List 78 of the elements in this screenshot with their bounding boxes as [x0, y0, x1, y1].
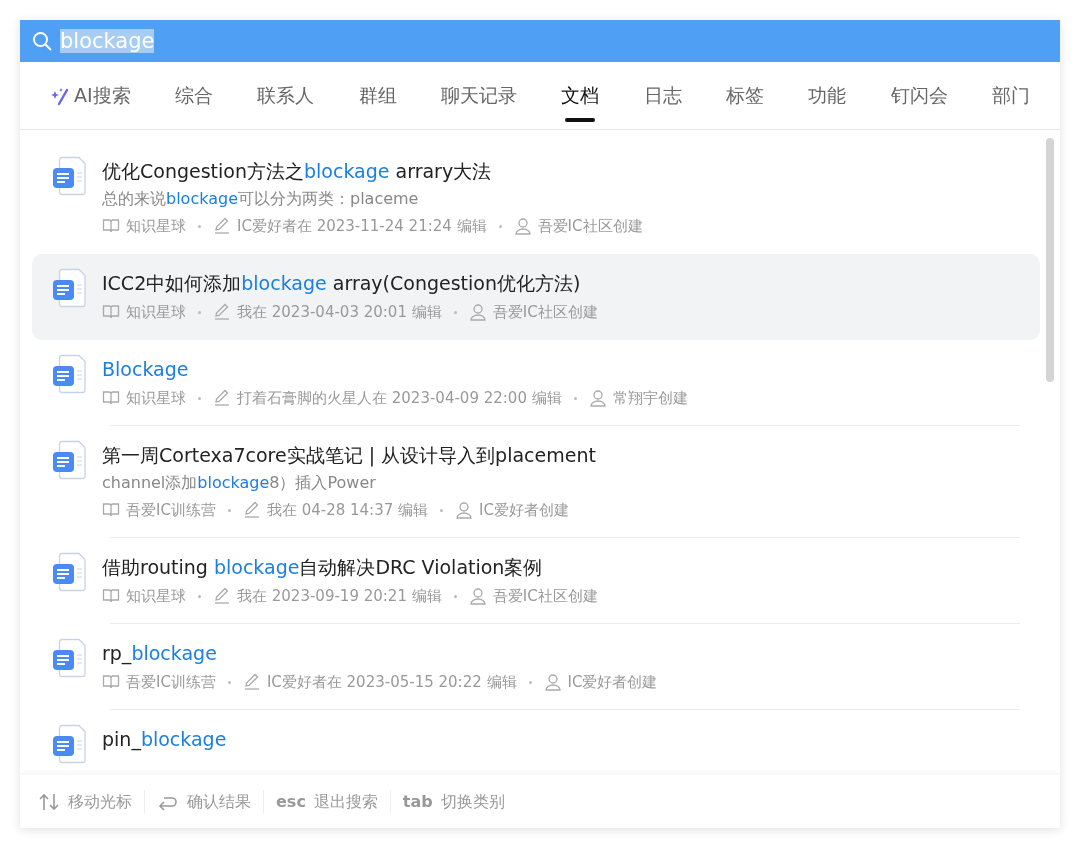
pencil-icon — [242, 673, 261, 691]
edit-info: 我在 2023-09-19 20:21 编辑 — [237, 586, 442, 607]
person-icon — [468, 587, 487, 605]
result-item[interactable]: rp_blockage 吾爱IC训练营 IC爱好者在 2023-05-15 20:22 编辑 IC爱好者创建 — [32, 624, 1040, 710]
document-icon — [52, 638, 86, 678]
key-label: esc — [276, 790, 306, 813]
creator-label: 吾爱IC社区创建 — [492, 302, 598, 323]
creator-label: 吾爱IC社区创建 — [492, 586, 598, 607]
result-item[interactable]: ICC2中如何添加 blockage array(Congestion优化方法) 知识星球 我在 2023-04-03 20:01 编辑 吾爱IC社区创建 — [32, 254, 1040, 340]
result-title: 第一周Cortexa7core实战笔记 | 从设计导入到placement — [102, 443, 596, 469]
tab[interactable]: 部门 — [991, 75, 1030, 124]
tab[interactable]: 群组 — [358, 75, 397, 124]
book-icon — [102, 217, 120, 235]
hint-label: 切换类别 — [440, 790, 505, 813]
source-label: 知识星球 — [126, 302, 186, 323]
result-item[interactable]: 第一周Cortexa7core实战笔记 | 从设计导入到placement channel添加blockage8）插入Power 吾爱IC训练营 我在 04-28 14:37 编辑 IC爱好者创建 — [32, 426, 1040, 538]
result-item[interactable]: 借助routing blockage自动解决DRC Violation案例 知识星球 我在 2023-09-19 20:21 编辑 吾爱IC社区创建 — [32, 538, 1040, 624]
creator-label: IC爱好者创建 — [567, 672, 658, 693]
result-title: pin_blockage — [102, 727, 227, 753]
source-label: 吾爱IC训练营 — [126, 500, 216, 521]
tab[interactable]: AI搜索 — [50, 75, 131, 124]
tab[interactable]: 钉闪会 — [890, 75, 948, 124]
tab[interactable]: 聊天记录 — [440, 75, 517, 124]
creator-label: IC爱好者创建 — [479, 500, 569, 521]
result-item[interactable]: pin_blockage — [32, 710, 1040, 775]
document-icon — [52, 268, 86, 308]
edit-info: 打着石膏脚的火星人在 2023-04-09 22:00 编辑 — [237, 388, 562, 409]
tab[interactable]: 联系人 — [257, 75, 315, 124]
book-icon — [102, 501, 120, 519]
document-icon — [52, 156, 86, 196]
pencil-icon — [213, 389, 231, 407]
arrows-icon — [38, 791, 60, 812]
edit-info: 我在 04-28 14:37 编辑 — [266, 500, 429, 521]
edit-info: IC爱好者在 2023-05-15 20:22 编辑 — [266, 672, 517, 693]
tab[interactable]: 标签 — [725, 75, 764, 124]
tab[interactable]: 文档 — [561, 75, 600, 124]
source-label: 知识星球 — [126, 586, 186, 607]
scrollbar[interactable] — [1046, 138, 1054, 382]
edit-info: 我在 2023-04-03 20:01 编辑 — [237, 302, 442, 323]
person-icon — [588, 389, 607, 407]
creator-label: 吾爱IC社区创建 — [537, 216, 643, 237]
person-icon — [455, 501, 474, 519]
edit-info: IC爱好者在 2023-11-24 21:24 编辑 — [237, 216, 487, 237]
pencil-icon — [213, 217, 231, 235]
result-title: Blockage — [102, 357, 190, 382]
hint-label: 移动光标 — [68, 790, 132, 813]
pencil-icon — [213, 587, 231, 605]
person-icon — [513, 217, 532, 235]
tab[interactable]: 功能 — [808, 75, 847, 124]
hint-label: 退出搜索 — [313, 790, 378, 813]
document-icon — [52, 440, 86, 480]
pencil-icon — [242, 501, 261, 519]
creator-label: 常翔宇创建 — [612, 388, 688, 409]
result-title: 优化Congestion方法之blockage arrary大法 — [102, 159, 493, 184]
result-title: 借助routing blockage自动解决DRC Violation案例 — [102, 555, 544, 580]
tab[interactable]: 综合 — [174, 75, 213, 124]
person-icon — [543, 673, 562, 691]
source-label: 吾爱IC训练营 — [126, 672, 216, 693]
book-icon — [102, 673, 120, 691]
result-snippet: channel添加blockage8）插入Power — [102, 472, 377, 494]
document-icon — [52, 354, 86, 394]
result-item[interactable]: Blockage 知识星球 打着石膏脚的火星人在 2023-04-09 22:00 编辑 常翔宇创建 — [32, 340, 1040, 426]
result-title: ICC2中如何添加 blockage array(Congestion优化方法) — [102, 271, 582, 296]
book-icon — [102, 587, 120, 605]
result-title: rp_blockage — [102, 641, 218, 667]
source-label: 知识星球 — [126, 216, 186, 237]
book-icon — [102, 303, 120, 321]
source-label: 知识星球 — [126, 388, 186, 409]
key-label: tab — [402, 790, 433, 813]
result-item[interactable]: 优化Congestion方法之blockage arrary大法 总的来说blockage可以分为两类：placeme 知识星球 IC爱好者在 2023-11-24 21:24 编辑 吾爱IC社区创建 — [32, 142, 1040, 254]
book-icon — [102, 389, 120, 407]
tab[interactable]: 日志 — [643, 75, 682, 124]
hint-label: 确认结果 — [187, 790, 251, 813]
person-icon — [468, 303, 487, 321]
pencil-icon — [213, 303, 231, 321]
result-snippet: 总的来说blockage可以分为两类：placeme — [102, 188, 420, 210]
document-icon — [52, 552, 86, 592]
document-icon — [52, 724, 86, 764]
